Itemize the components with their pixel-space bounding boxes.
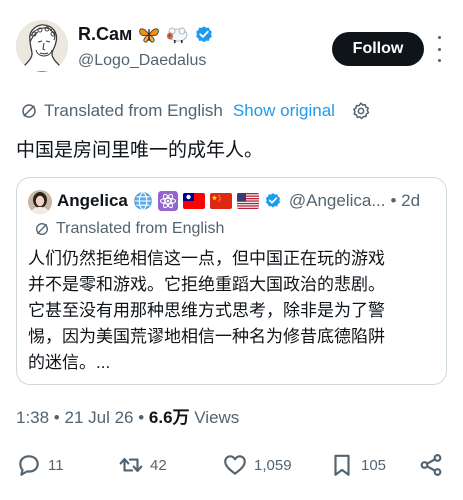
tweet-meta: 1:38 • 21 Jul 26 • 6.6万 Views xyxy=(16,403,239,428)
quoted-tweet[interactable]: Angelica @Angelica... • 2d Translated fr… xyxy=(16,177,447,385)
quote-text-line: 的迷信。... xyxy=(28,353,111,372)
repost-count: 42 xyxy=(150,456,167,474)
translate-icon xyxy=(36,223,48,235)
tweet-timestamp[interactable]: 1:38 • 21 Jul 26 • xyxy=(16,408,149,427)
china-flag xyxy=(209,193,232,209)
sheep-emoji xyxy=(167,27,188,43)
tweet-header: R.Cам @Logo_Daedalus Follow xyxy=(16,14,451,80)
verified-badge-icon xyxy=(196,25,213,42)
person-photo xyxy=(28,190,52,214)
share-icon xyxy=(420,454,442,476)
quote-author-handle[interactable]: @Angelica... xyxy=(289,191,386,211)
reply-button[interactable]: 11 xyxy=(16,449,64,481)
follow-button[interactable]: Follow xyxy=(332,32,424,66)
views-count: 6.6万 xyxy=(148,408,190,427)
quote-translated-label: Translated from English xyxy=(56,220,225,237)
heart-icon xyxy=(224,455,246,475)
quote-translation-bar: Translated from English xyxy=(34,220,224,238)
translated-label: Translated from English xyxy=(44,101,223,120)
butterfly-emoji xyxy=(139,27,160,43)
translation-bar: Translated from English Show original xyxy=(20,98,371,124)
quote-text-line: 它甚至没有用那种思维方式思考，除非是为了警 xyxy=(28,301,385,320)
verified-badge-icon xyxy=(265,193,280,208)
author-avatar[interactable] xyxy=(16,20,68,72)
quote-text-line: 人们仍然拒绝相信这一点，但中国正在玩的游戏 xyxy=(28,249,385,268)
action-bar: 11 42 1,059 105 xyxy=(16,449,447,481)
gear-icon[interactable] xyxy=(351,101,371,121)
quote-avatar[interactable] xyxy=(28,190,52,214)
quote-text-line: 惕，因为美国荒谬地相信一种名为修昔底德陷阱 xyxy=(28,327,385,346)
like-button[interactable]: 1,059 xyxy=(222,449,292,481)
reply-count: 11 xyxy=(48,456,64,474)
quote-text: 人们仍然拒绝相信这一点，但中国正在玩的游戏 并不是零和游戏。它拒绝重蹈大国政治的… xyxy=(28,246,440,376)
more-options-icon[interactable] xyxy=(434,36,444,62)
show-original-link[interactable]: Show original xyxy=(233,101,335,121)
atom-icon xyxy=(157,191,178,211)
author-display-name[interactable]: R.Cам xyxy=(78,24,132,45)
quote-text-line: 并不是零和游戏。它拒绝重蹈大国政治的悲剧。 xyxy=(28,275,385,294)
translate-icon xyxy=(22,104,36,118)
quote-author-row[interactable]: Angelica @Angelica... • 2d xyxy=(57,191,420,211)
quote-timestamp[interactable]: • 2d xyxy=(391,191,421,211)
quote-author-name[interactable]: Angelica xyxy=(57,191,128,211)
usa-flag xyxy=(236,193,259,209)
share-button[interactable] xyxy=(418,449,444,481)
author-name-row[interactable]: R.Cам xyxy=(78,24,214,45)
author-handle[interactable]: @Logo_Daedalus xyxy=(78,52,206,70)
views-label: Views xyxy=(189,408,240,427)
globe-icon xyxy=(134,192,152,210)
bookmark-icon xyxy=(334,454,350,476)
taiwan-flag xyxy=(182,193,205,209)
bust-illustration xyxy=(16,20,68,72)
repost-button[interactable]: 42 xyxy=(118,449,167,481)
reply-icon xyxy=(19,455,39,476)
tweet-text: 中国是房间里唯一的成年人。 xyxy=(16,140,264,161)
like-count: 1,059 xyxy=(254,456,292,474)
repost-icon xyxy=(119,457,143,473)
bookmark-count: 105 xyxy=(361,456,387,474)
bookmark-button[interactable]: 105 xyxy=(329,449,386,481)
